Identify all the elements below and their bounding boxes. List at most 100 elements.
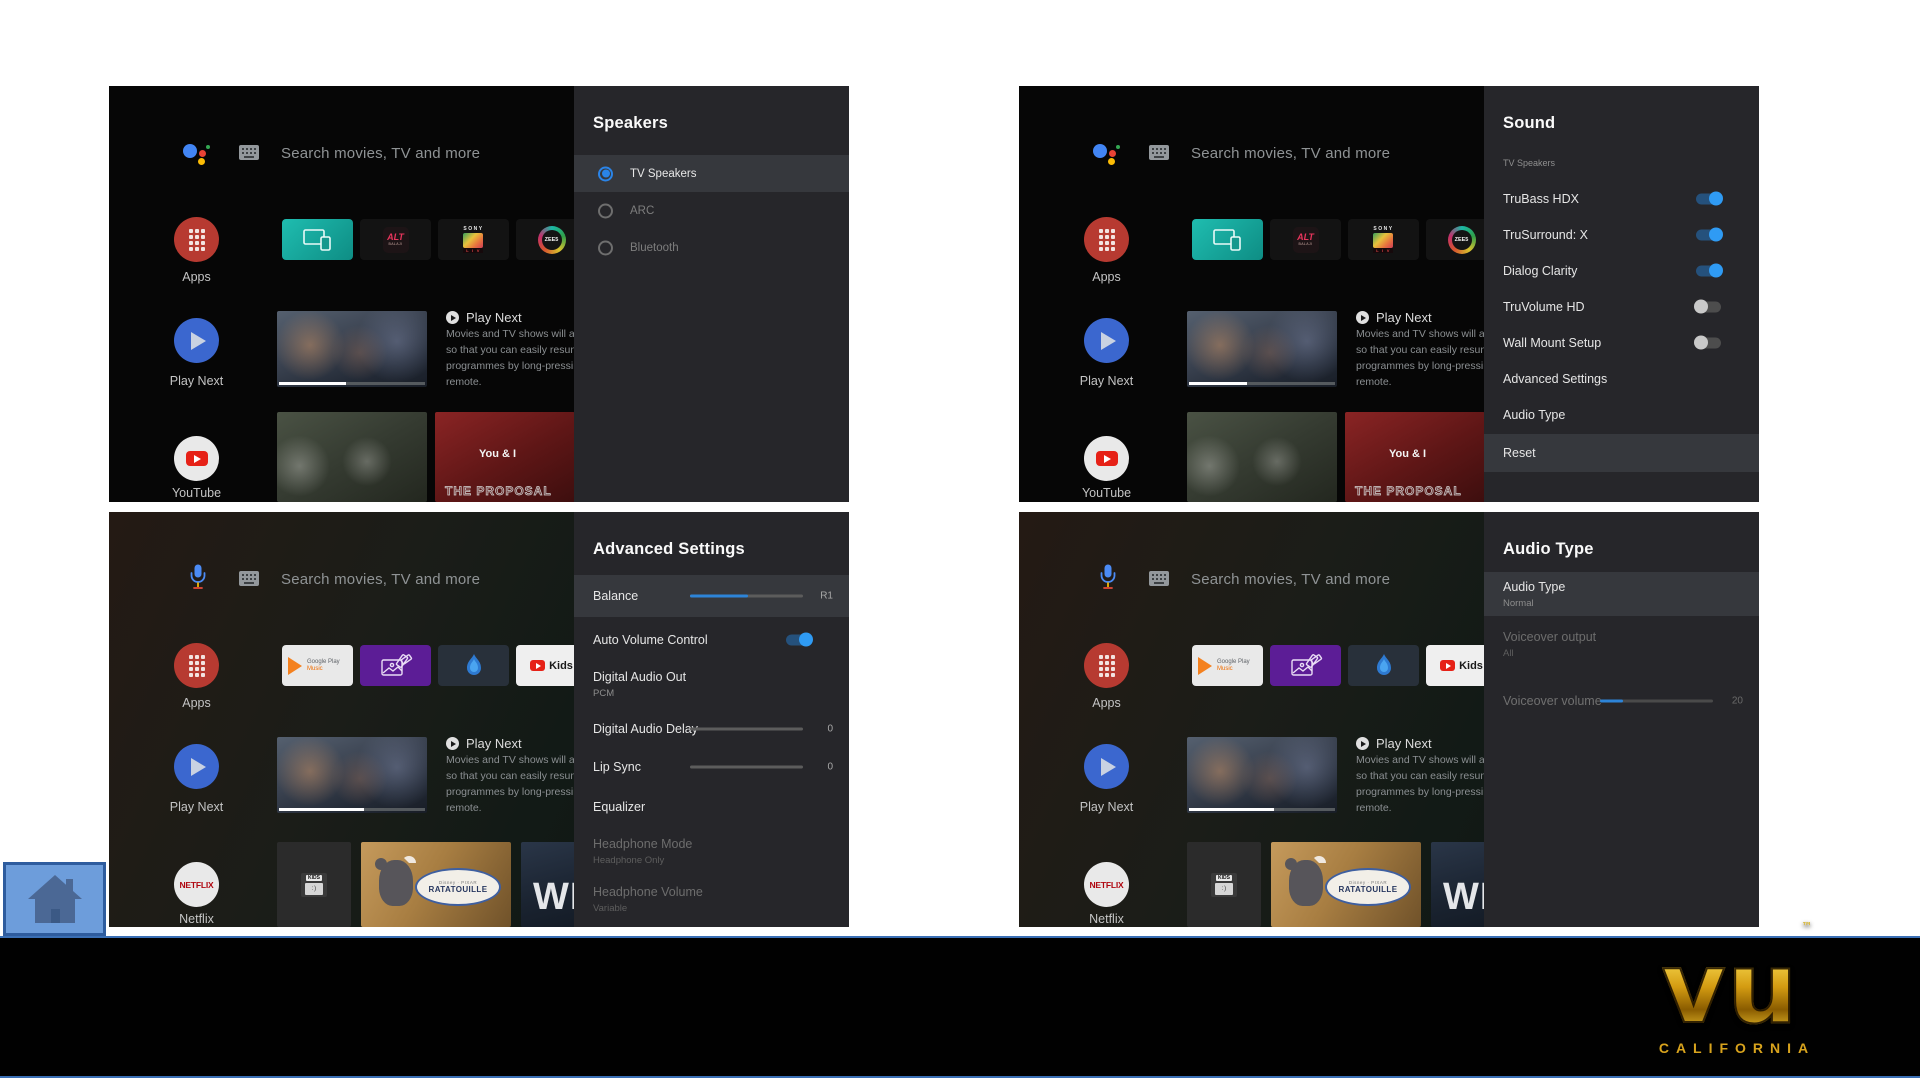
tile-altbalaji[interactable]: ALTBALAJI: [1270, 219, 1341, 260]
video-thumbnail[interactable]: WI: [521, 842, 574, 927]
tile-sonyliv[interactable]: SONYL I V: [1348, 219, 1419, 260]
tile-youtube-kids[interactable]: Kids: [1426, 645, 1484, 686]
toggle-switch[interactable]: [1696, 266, 1721, 277]
tile-flame-app[interactable]: [438, 645, 509, 686]
play-next-button[interactable]: [174, 744, 219, 789]
option-bluetooth[interactable]: Bluetooth: [574, 229, 849, 266]
row-reset[interactable]: Reset: [1484, 434, 1759, 472]
play-next-thumbnail[interactable]: [277, 311, 427, 387]
netflix-label: Netflix: [148, 912, 245, 926]
option-arc[interactable]: ARC: [574, 192, 849, 229]
tile-zee5[interactable]: ZEE5: [1426, 219, 1484, 260]
netflix-button[interactable]: NETFLIX: [174, 862, 219, 907]
video-thumbnail[interactable]: You & ITHE PROPOSAL: [435, 412, 574, 502]
tile-cast[interactable]: [282, 219, 353, 260]
video-thumbnail[interactable]: [277, 412, 427, 502]
play-next-thumbnail[interactable]: [1187, 737, 1337, 813]
video-thumbnail[interactable]: [1187, 412, 1337, 502]
netflix-button[interactable]: NETFLIX: [1084, 862, 1129, 907]
tile-gallery[interactable]: [360, 645, 431, 686]
row-advanced-settings[interactable]: Advanced Settings: [1484, 361, 1759, 397]
google-assistant-icon[interactable]: [183, 143, 211, 167]
lip-sync-slider[interactable]: [690, 766, 803, 769]
play-next-button[interactable]: [1084, 318, 1129, 363]
row-audio-type[interactable]: Audio Type Normal: [1484, 572, 1759, 616]
apps-row: ALTBALAJI SONYL I V ZEE5: [282, 219, 574, 260]
tile-flame-app[interactable]: [1348, 645, 1419, 686]
digital-audio-delay-slider[interactable]: [690, 728, 803, 731]
keyboard-icon[interactable]: [1149, 145, 1169, 160]
row-trubass-hdx[interactable]: TruBass HDX: [1484, 181, 1759, 217]
tile-altbalaji[interactable]: ALTBALAJI: [360, 219, 431, 260]
apps-button[interactable]: [174, 643, 219, 688]
toggle-switch[interactable]: [786, 635, 811, 646]
keyboard-icon[interactable]: [239, 145, 259, 160]
home-button[interactable]: [3, 862, 106, 936]
apps-button[interactable]: [1084, 643, 1129, 688]
mic-icon[interactable]: [189, 564, 207, 590]
screenshot-advanced-settings: Search movies, TV and more Apps Google P…: [109, 512, 849, 927]
youtube-button[interactable]: [1084, 436, 1129, 481]
youtube-button[interactable]: [174, 436, 219, 481]
apps-button[interactable]: [1084, 217, 1129, 262]
toggle-switch[interactable]: [1696, 230, 1721, 241]
row-auto-volume-control[interactable]: Auto Volume Control: [574, 619, 849, 661]
tile-cast[interactable]: [1192, 219, 1263, 260]
tile-sonyliv[interactable]: SONYL I V: [438, 219, 509, 260]
screenshot-speakers: Search movies, TV and more Apps ALTBALAJ…: [109, 86, 849, 502]
row-digital-audio-delay[interactable]: Digital Audio Delay 0: [574, 710, 849, 748]
option-tv-speakers[interactable]: TV Speakers: [574, 155, 849, 192]
search-input[interactable]: Search movies, TV and more: [281, 145, 480, 162]
play-next-thumbnail[interactable]: [277, 737, 427, 813]
row-dialog-clarity[interactable]: Dialog Clarity: [1484, 253, 1759, 289]
play-next-button[interactable]: [174, 318, 219, 363]
search-input[interactable]: Search movies, TV and more: [1191, 571, 1390, 588]
row-digital-audio-out[interactable]: Digital Audio Out PCM: [574, 661, 849, 707]
balance-slider[interactable]: [690, 595, 803, 598]
row-audio-type[interactable]: Audio Type: [1484, 397, 1759, 433]
watch-progress: [279, 382, 425, 385]
keyboard-icon[interactable]: [239, 571, 259, 586]
row-equalizer[interactable]: Equalizer: [574, 788, 849, 826]
search-input[interactable]: Search movies, TV and more: [281, 571, 480, 588]
tile-zee5[interactable]: ZEE5: [516, 219, 574, 260]
apps-label: Apps: [1058, 270, 1155, 284]
tile-google-play-music[interactable]: Google PlayMusic: [1192, 645, 1263, 686]
toggle-switch[interactable]: [1696, 194, 1721, 205]
row-wall-mount-setup[interactable]: Wall Mount Setup: [1484, 325, 1759, 361]
row-balance[interactable]: Balance R1: [574, 575, 849, 617]
google-assistant-icon[interactable]: [1093, 143, 1121, 167]
apps-grid-icon: [189, 229, 205, 251]
apps-button[interactable]: [174, 217, 219, 262]
youtube-row: You & ITHE PROPOSAL: [277, 412, 574, 502]
tile-youtube-kids[interactable]: Kids: [516, 645, 574, 686]
play-next-info: Play Next Movies and TV shows will auton…: [1356, 736, 1484, 815]
row-truvolume-hd[interactable]: TruVolume HD: [1484, 289, 1759, 325]
play-next-thumbnail[interactable]: [1187, 311, 1337, 387]
tile-google-play-music[interactable]: Google PlayMusic: [282, 645, 353, 686]
toggle-switch[interactable]: [1696, 302, 1721, 313]
row-lip-sync[interactable]: Lip Sync 0: [574, 748, 849, 786]
video-thumbnail[interactable]: KIDS: ): [277, 842, 351, 927]
video-thumbnail[interactable]: You & ITHE PROPOSAL: [1345, 412, 1484, 502]
panel-title: Audio Type: [1503, 540, 1594, 559]
video-thumbnail[interactable]: Disney · PIXARRATATOUILLE: [361, 842, 511, 927]
video-thumbnail[interactable]: WI: [1431, 842, 1484, 927]
keyboard-icon[interactable]: [1149, 571, 1169, 586]
play-next-info: Play Next Movies and TV shows will auton…: [1356, 310, 1484, 389]
row-trusurround-x[interactable]: TruSurround: X: [1484, 217, 1759, 253]
play-next-button[interactable]: [1084, 744, 1129, 789]
video-thumbnail[interactable]: KIDS: ): [1187, 842, 1261, 927]
mic-icon[interactable]: [1099, 564, 1117, 590]
apps-grid-icon: [1099, 655, 1115, 677]
voiceover-volume-slider[interactable]: [1600, 700, 1713, 703]
apps-row: Google PlayMusic Kids: [1192, 645, 1484, 686]
cast-icon: [1213, 229, 1243, 251]
tile-gallery[interactable]: [1270, 645, 1341, 686]
play-next-icon: [1356, 737, 1369, 750]
toggle-switch[interactable]: [1696, 338, 1721, 349]
netflix-row: KIDS: ) Disney · PIXARRATATOUILLE WI: [277, 842, 574, 927]
flame-icon: [1373, 653, 1395, 679]
video-thumbnail[interactable]: Disney · PIXARRATATOUILLE: [1271, 842, 1421, 927]
search-input[interactable]: Search movies, TV and more: [1191, 145, 1390, 162]
